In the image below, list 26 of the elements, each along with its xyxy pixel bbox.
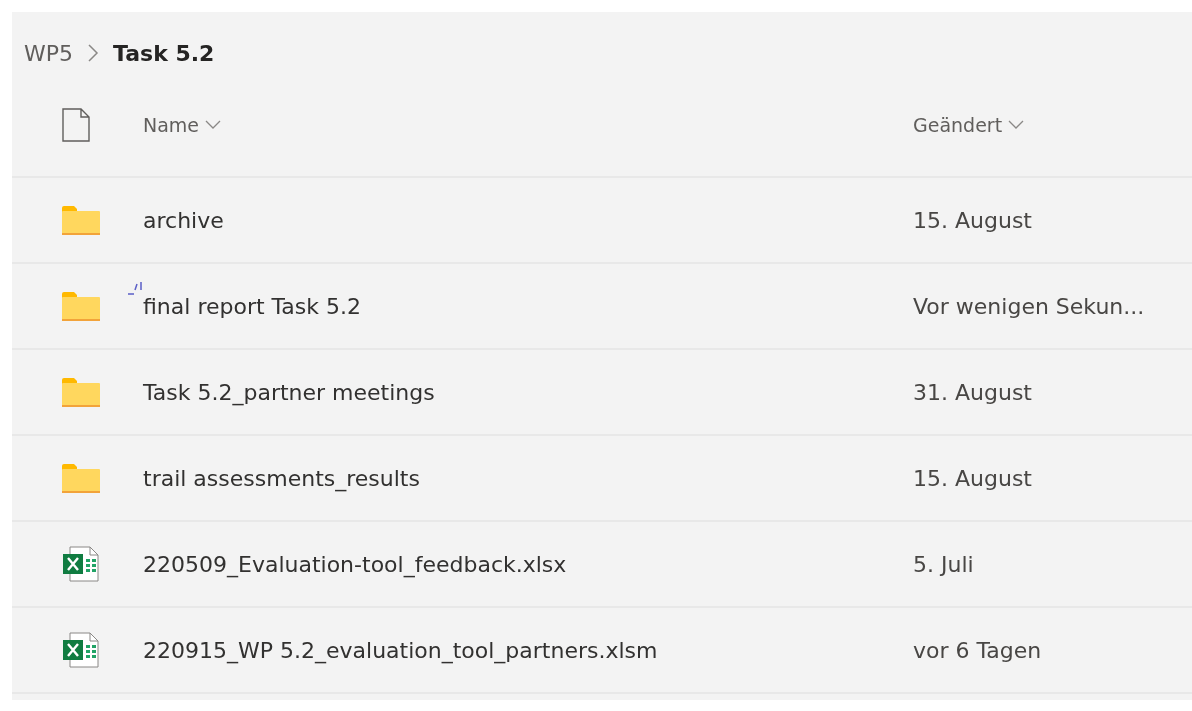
modified-date: 31. August [913,379,1032,405]
chevron-down-icon [205,120,222,130]
modified-date: 5. Juli [913,551,974,577]
column-header[interactable]: Geändert [913,114,1025,136]
column-header[interactable]: Name [143,114,222,136]
modified-date: Vor wenigen Sekun... [913,293,1145,319]
file-name[interactable]: trail assessments_results [143,465,420,491]
file-name[interactable]: 220915_WP 5.2_evaluation_tool_partners.xlsm [143,637,658,663]
folder-icon [62,205,100,235]
file-name[interactable]: final report Task 5.2 [143,293,362,319]
modified-date: 15. August [913,465,1032,491]
chevron-down-icon [1008,120,1025,130]
spreadsheet-icon [62,546,100,582]
file-name[interactable]: archive [143,207,224,233]
spreadsheet-icon [62,632,100,668]
modified-date: 15. August [913,207,1032,233]
modified-date: vor 6 Tagen [913,637,1042,663]
folder-icon [62,291,100,321]
breadcrumb-link[interactable]: Task 5.2 [113,40,215,66]
file-type-icon [62,108,90,142]
file-name[interactable]: 220509_Evaluation-tool_feedback.xlsx [143,551,567,577]
folder-icon [62,377,100,407]
file-name[interactable]: Task 5.2_partner meetings [143,379,435,405]
chevron-right-icon [87,43,100,63]
breadcrumb-link[interactable]: WP5 [24,40,74,66]
folder-icon [62,463,100,493]
